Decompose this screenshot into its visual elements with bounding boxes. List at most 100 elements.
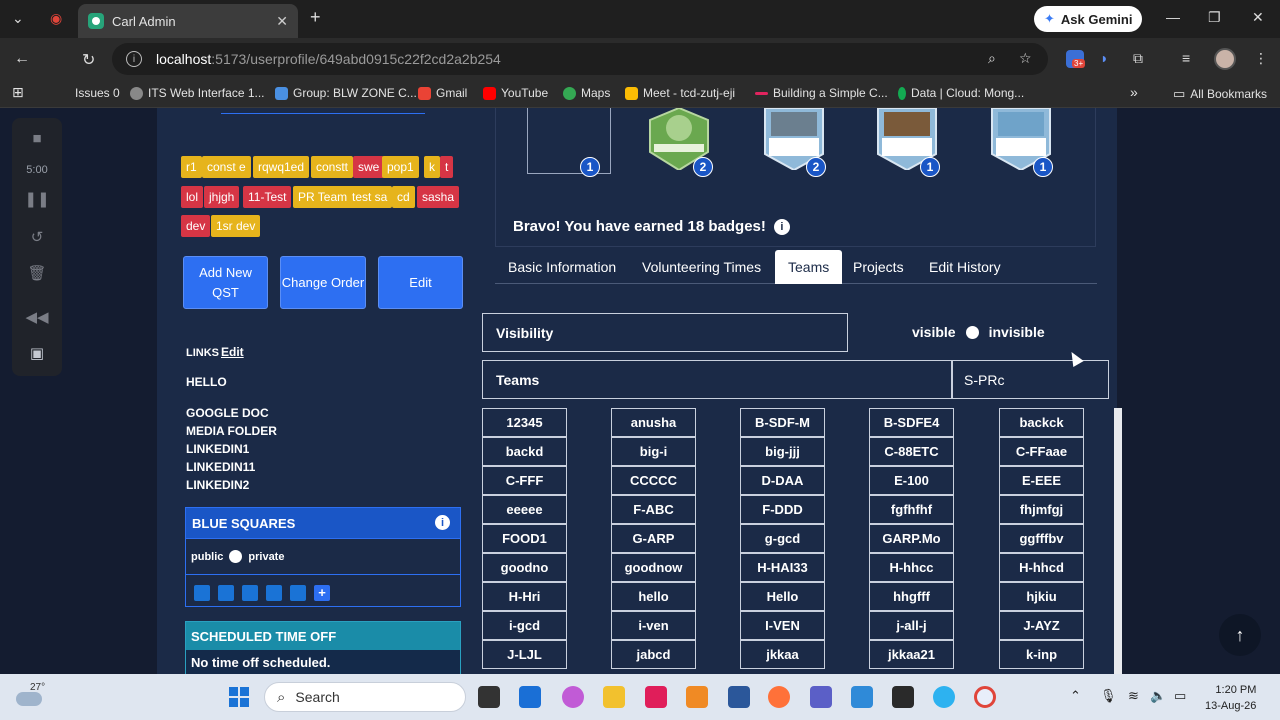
- file-explorer-icon[interactable]: [603, 686, 625, 708]
- team-code-tag[interactable]: lol: [181, 186, 204, 208]
- volume-icon[interactable]: 🔈: [1150, 688, 1166, 704]
- new-tab-icon[interactable]: +: [310, 7, 321, 28]
- team-code-tag[interactable]: test sa: [347, 186, 393, 208]
- url-input[interactable]: i localhost:5173/userprofile/649abd0915c…: [112, 43, 1048, 75]
- tab-volunteering-times[interactable]: Volunteering Times: [629, 250, 774, 284]
- team-cell[interactable]: FOOD1: [482, 524, 567, 553]
- team-code-tag[interactable]: r1: [181, 156, 202, 178]
- tab-search-icon[interactable]: ⌄: [12, 10, 24, 27]
- browser-menu-icon[interactable]: ⋮: [1254, 50, 1268, 67]
- bookmark-maps[interactable]: Maps: [563, 86, 610, 100]
- battery-icon[interactable]: ▭: [1174, 688, 1186, 704]
- team-cell[interactable]: F-DDD: [740, 495, 825, 524]
- back-icon[interactable]: ←: [14, 50, 30, 68]
- team-cell[interactable]: C-FFF: [482, 466, 567, 495]
- team-code-tag[interactable]: const e: [202, 156, 251, 178]
- privacy-toggle[interactable]: [229, 550, 243, 563]
- team-cell[interactable]: J-AYZ: [999, 611, 1084, 640]
- add-new-qst-button[interactable]: Add New QST: [183, 256, 268, 309]
- team-code-tag[interactable]: 1sr dev: [211, 215, 261, 237]
- team-code-tag[interactable]: pop1: [382, 156, 419, 178]
- team-cell[interactable]: fgfhfhf: [869, 495, 954, 524]
- reload-icon[interactable]: ↻: [82, 50, 95, 70]
- chrome-icon[interactable]: [974, 686, 996, 708]
- vscode-icon[interactable]: [851, 686, 873, 708]
- edit-button[interactable]: Edit: [378, 256, 463, 309]
- bookmark-star-icon[interactable]: ☆: [1019, 50, 1032, 67]
- team-code-tag[interactable]: constt: [311, 156, 354, 178]
- link-linkedin1[interactable]: LINKEDIN1: [186, 442, 249, 456]
- weather-cloud-icon[interactable]: [16, 692, 42, 706]
- team-cell[interactable]: hhgfff: [869, 582, 954, 611]
- link-linkedin11[interactable]: LINKEDIN11: [186, 460, 255, 474]
- team-cell[interactable]: H-hhcd: [999, 553, 1084, 582]
- more-bookmarks-icon[interactable]: »: [1130, 84, 1138, 100]
- blue-square[interactable]: [194, 584, 210, 601]
- team-cell[interactable]: i-ven: [611, 611, 696, 640]
- team-cell[interactable]: H-Hri: [482, 582, 567, 611]
- browser-tab[interactable]: Carl Admin ✕: [78, 4, 298, 38]
- team-cell[interactable]: F-ABC: [611, 495, 696, 524]
- team-cell[interactable]: GARP.Mo: [869, 524, 954, 553]
- team-cell[interactable]: k-inp: [999, 640, 1084, 669]
- bookmark-mongo[interactable]: Data | Cloud: Mong...: [898, 86, 1024, 100]
- restart-icon[interactable]: ↺: [12, 228, 62, 246]
- pause-icon[interactable]: ❚❚: [12, 190, 62, 208]
- firefox-icon[interactable]: [768, 686, 790, 708]
- bookmark-youtube[interactable]: YouTube: [483, 86, 548, 100]
- team-cell[interactable]: big-i: [611, 437, 696, 466]
- team-code-tag[interactable]: t: [440, 156, 454, 178]
- links-edit-link[interactable]: Edit: [221, 345, 244, 359]
- link-linkedin2[interactable]: LINKEDIN2: [186, 478, 249, 492]
- link-google-doc[interactable]: GOOGLE DOC: [186, 406, 269, 420]
- team-cell[interactable]: hjkiu: [999, 582, 1084, 611]
- copilot-icon[interactable]: [562, 686, 584, 708]
- team-cell[interactable]: eeeee: [482, 495, 567, 524]
- team-cell[interactable]: anusha: [611, 408, 696, 437]
- team-cell[interactable]: C-88ETC: [869, 437, 954, 466]
- team-code-tag[interactable]: dev: [181, 215, 211, 237]
- team-cell[interactable]: CCCCC: [611, 466, 696, 495]
- team-cell[interactable]: goodnow: [611, 553, 696, 582]
- store-icon[interactable]: [519, 686, 541, 708]
- team-cell[interactable]: H-HAI33: [740, 553, 825, 582]
- ask-gemini-button[interactable]: ✦ Ask Gemini: [1034, 6, 1143, 32]
- team-cell[interactable]: hello: [611, 582, 696, 611]
- all-bookmarks[interactable]: ▭ All Bookmarks: [1173, 86, 1267, 102]
- team-cell[interactable]: jabcd: [611, 640, 696, 669]
- bookmark-group[interactable]: Group: BLW ZONE C...: [275, 86, 417, 100]
- team-code-tag[interactable]: cd: [392, 186, 415, 208]
- zoom-icon[interactable]: ⌕: [988, 50, 996, 67]
- team-cell[interactable]: big-jjj: [740, 437, 825, 466]
- extensions-puzzle-icon[interactable]: ⧉: [1133, 50, 1143, 67]
- link-media-folder[interactable]: MEDIA FOLDER: [186, 424, 277, 438]
- team-cell[interactable]: H-hhcc: [869, 553, 954, 582]
- tab-projects[interactable]: Projects: [840, 250, 917, 284]
- team-cell[interactable]: j-all-j: [869, 611, 954, 640]
- team-code-tag[interactable]: k: [424, 156, 440, 178]
- team-list-scrollbar[interactable]: [1114, 408, 1122, 674]
- team-cell[interactable]: g-gcd: [740, 524, 825, 553]
- bookmark-issues[interactable]: Issues 0: [75, 86, 120, 100]
- team-cell[interactable]: 12345: [482, 408, 567, 437]
- blue-square[interactable]: [266, 584, 282, 601]
- team-cell[interactable]: ggfffbv: [999, 524, 1084, 553]
- team-code-tag[interactable]: sasha: [417, 186, 460, 208]
- site-info-icon[interactable]: i: [126, 51, 142, 67]
- team-cell[interactable]: G-ARP: [611, 524, 696, 553]
- stop-icon[interactable]: ■: [12, 130, 62, 147]
- team-cell[interactable]: B-SDF-M: [740, 408, 825, 437]
- team-cell[interactable]: E-EEE: [999, 466, 1084, 495]
- team-cell[interactable]: i-gcd: [482, 611, 567, 640]
- minimize-icon[interactable]: —: [1166, 9, 1180, 25]
- visibility-toggle[interactable]: [965, 325, 979, 339]
- bookmark-its[interactable]: ITS Web Interface 1...: [130, 86, 265, 100]
- team-code-tag[interactable]: jhjgh: [204, 186, 240, 208]
- taskbar-clock[interactable]: 1:20 PM 13-Aug-26: [1205, 682, 1256, 714]
- team-cell[interactable]: I-VEN: [740, 611, 825, 640]
- edge-icon[interactable]: [933, 686, 955, 708]
- team-cell[interactable]: B-SDFE4: [869, 408, 954, 437]
- team-cell[interactable]: fhjmfgj: [999, 495, 1084, 524]
- tab-teams[interactable]: Teams: [775, 250, 843, 284]
- team-code-tag[interactable]: PR Team: [293, 186, 353, 208]
